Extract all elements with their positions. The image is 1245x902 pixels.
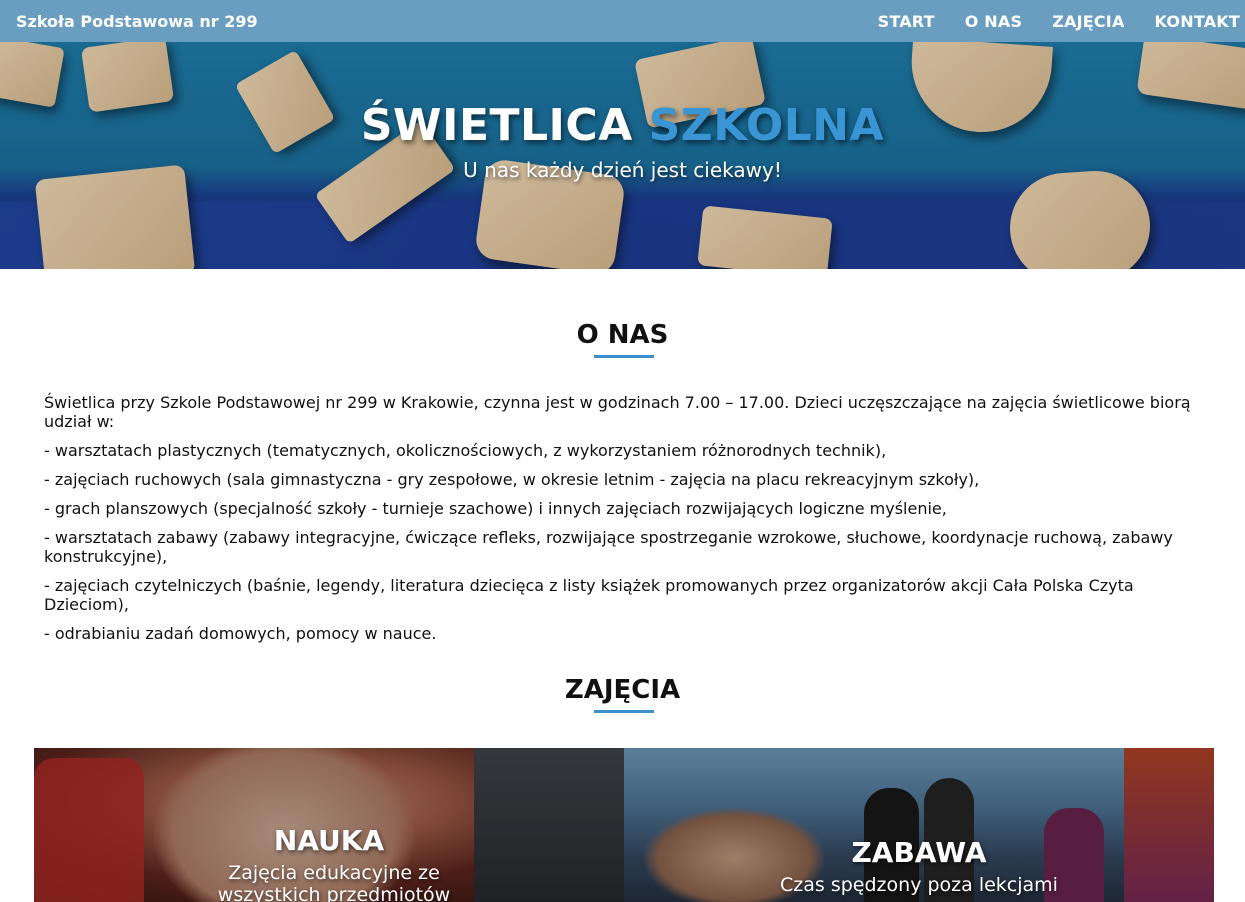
hero-shade bbox=[0, 42, 1245, 269]
about-heading-underline bbox=[594, 355, 654, 358]
about-paragraph: - warsztatach plastycznych (tematycznych… bbox=[44, 441, 887, 460]
about-paragraph: - zajęciach czytelniczych (baśnie, legen… bbox=[44, 576, 1134, 614]
hero-subtitle: U nas każdy dzień jest ciekawy! bbox=[463, 158, 782, 182]
nav-link-kontakt[interactable]: KONTAKT bbox=[1155, 12, 1240, 31]
hero-title: ŚWIETLICA SZKOLNA bbox=[0, 100, 1245, 151]
activities-heading: ZAJĘCIA bbox=[564, 675, 681, 705]
hero-title-white: ŚWIETLICA bbox=[360, 100, 633, 151]
card-description: Czas spędzony poza lekcjami w bbox=[780, 874, 1058, 902]
hero-title-accent: SZKOLNA bbox=[648, 100, 885, 151]
card-description: Zajęcia edukacyjne ze wszystkich przedmi… bbox=[217, 862, 451, 902]
card-title: ZABAWA bbox=[851, 836, 987, 869]
nav-link-start[interactable]: START bbox=[878, 12, 935, 31]
activity-card-nauka[interactable]: NAUKA Zajęcia edukacyjne ze wszystkich p… bbox=[34, 748, 624, 902]
about-heading: O NAS bbox=[576, 320, 669, 350]
about-paragraph: Świetlica przy Szkole Podstawowej nr 299… bbox=[44, 393, 1191, 431]
top-navbar: Szkoła Podstawowa nr 299 START O NAS ZAJ… bbox=[0, 0, 1245, 42]
activities-heading-underline bbox=[594, 710, 654, 713]
hero-banner: ŚWIETLICA SZKOLNA U nas każdy dzień jest… bbox=[0, 42, 1245, 269]
card-title: NAUKA bbox=[273, 824, 385, 857]
about-paragraph: - grach planszowych (specjalność szkoły … bbox=[44, 499, 947, 518]
activity-card-zabawa[interactable]: ZABAWA Czas spędzony poza lekcjami w bbox=[624, 748, 1214, 902]
nav-links: START O NAS ZAJĘCIA KONTAKT bbox=[878, 12, 1240, 31]
nav-link-zajecia[interactable]: ZAJĘCIA bbox=[1052, 12, 1124, 31]
about-paragraph: - zajęciach ruchowych (sala gimnastyczna… bbox=[44, 470, 980, 489]
about-paragraph: - warsztatach zabawy (zabawy integracyjn… bbox=[44, 528, 1173, 566]
brand-link[interactable]: Szkoła Podstawowa nr 299 bbox=[16, 12, 258, 31]
nav-link-o-nas[interactable]: O NAS bbox=[965, 12, 1022, 31]
about-paragraph: - odrabianiu zadań domowych, pomocy w na… bbox=[44, 624, 437, 643]
about-text: Świetlica przy Szkole Podstawowej nr 299… bbox=[44, 393, 1214, 653]
